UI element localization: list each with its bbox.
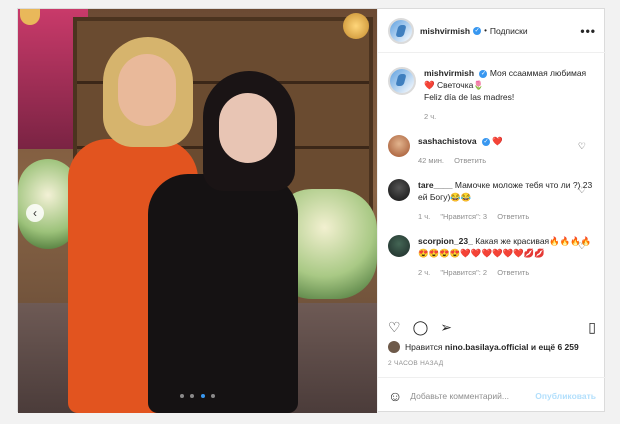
likes-prefix: Нравится [405, 342, 443, 352]
comment-bubble-icon[interactable]: ◯ [413, 319, 429, 336]
carousel-dot [190, 394, 195, 398]
likes-count[interactable]: и ещё 6 259 [531, 342, 579, 352]
verified-badge-icon: ✓ [481, 137, 490, 146]
comment-input[interactable] [410, 390, 536, 401]
commenter-avatar[interactable] [388, 179, 410, 201]
caption-username[interactable]: mishvirmish [424, 68, 474, 78]
comment-item: scorpion_23_ Какая же красивая🔥🔥🔥🔥😍😍😍😍❤️… [388, 235, 596, 279]
like-comment-heart-icon[interactable]: ♡ [578, 141, 586, 152]
liker-avatar[interactable] [388, 341, 400, 353]
following-button[interactable]: Подписки [490, 26, 528, 36]
caption-time[interactable]: 2 ч. [424, 112, 436, 121]
comment-text: ❤️ [492, 136, 503, 146]
commenter-avatar[interactable] [388, 135, 410, 157]
more-options-icon[interactable]: ••• [580, 24, 596, 38]
comment-likes[interactable]: "Нравится": 2 [440, 268, 487, 277]
emoji-smiley-icon[interactable]: ☺ [388, 388, 402, 404]
caption-text-line2: Feliz día de las madres! [424, 92, 515, 102]
reply-link[interactable]: Ответить [497, 268, 529, 277]
comment-username[interactable]: scorpion_23_ [418, 236, 473, 246]
publish-button[interactable]: Опубликовать [535, 391, 596, 401]
like-comment-heart-icon[interactable]: ♡ [578, 185, 586, 196]
lamp [343, 13, 369, 39]
post-caption: mishvirmish ✓ Моя ссааммая любимая❤️ Све… [388, 67, 596, 123]
liker-username[interactable]: nino.basilaya.official [445, 342, 529, 352]
reply-link[interactable]: Ответить [454, 156, 486, 165]
comment-username[interactable]: sashachistova [418, 136, 477, 146]
comment-time[interactable]: 42 мин. [418, 156, 444, 165]
author-username[interactable]: mishvirmish [420, 26, 470, 36]
commenter-avatar[interactable] [388, 235, 410, 257]
comment-time[interactable]: 1 ч. [418, 212, 430, 221]
comment-time[interactable]: 2 ч. [418, 268, 430, 277]
add-comment-bar: ☺ Опубликовать [378, 377, 606, 413]
likes-summary: Нравится nino.basilaya.official и ещё 6 … [388, 341, 579, 353]
post-frame: ‹ mishvirmish ✓ • Подписки ••• mishvirmi… [17, 8, 606, 413]
woman-blonde-face [118, 54, 176, 126]
post-timeago[interactable]: 2 ЧАСОВ НАЗАД [388, 360, 443, 367]
like-heart-icon[interactable]: ♡ [388, 319, 401, 336]
carousel-dot [179, 394, 184, 398]
author-avatar[interactable] [388, 17, 414, 44]
post-actions: ♡ ◯ ➢ ▯ [378, 313, 606, 341]
reply-link[interactable]: Ответить [497, 212, 529, 221]
carousel-prev-icon[interactable]: ‹ [26, 204, 44, 222]
carousel-dot-active [200, 394, 205, 398]
verified-badge-icon: ✓ [479, 69, 488, 78]
woman-dark-face [219, 93, 277, 163]
comment-likes[interactable]: "Нравится": 3 [440, 212, 487, 221]
like-comment-heart-icon[interactable]: ♡ [578, 241, 586, 252]
woman-black-outfit [148, 174, 298, 413]
share-send-icon[interactable]: ➢ [440, 319, 452, 336]
verified-badge-icon: ✓ [473, 26, 482, 35]
carousel-dot [211, 394, 216, 398]
comment-item: sashachistova ✓ ❤️ 42 мин. Ответить ♡ [388, 135, 596, 167]
post-panel: mishvirmish ✓ • Подписки ••• mishvirmish… [377, 9, 606, 413]
separator: • [484, 26, 487, 35]
carousel-dots [18, 385, 377, 403]
caption-avatar[interactable] [388, 67, 416, 95]
post-photo[interactable]: ‹ [18, 9, 377, 413]
comment-username[interactable]: tare____ [418, 180, 453, 190]
comments-list[interactable]: mishvirmish ✓ Моя ссааммая любимая❤️ Све… [378, 57, 606, 307]
post-header: mishvirmish ✓ • Подписки ••• [378, 9, 606, 53]
save-bookmark-icon[interactable]: ▯ [588, 319, 596, 336]
comment-item: tare____ Мамочке моложе тебя что ли ?) 2… [388, 179, 596, 223]
